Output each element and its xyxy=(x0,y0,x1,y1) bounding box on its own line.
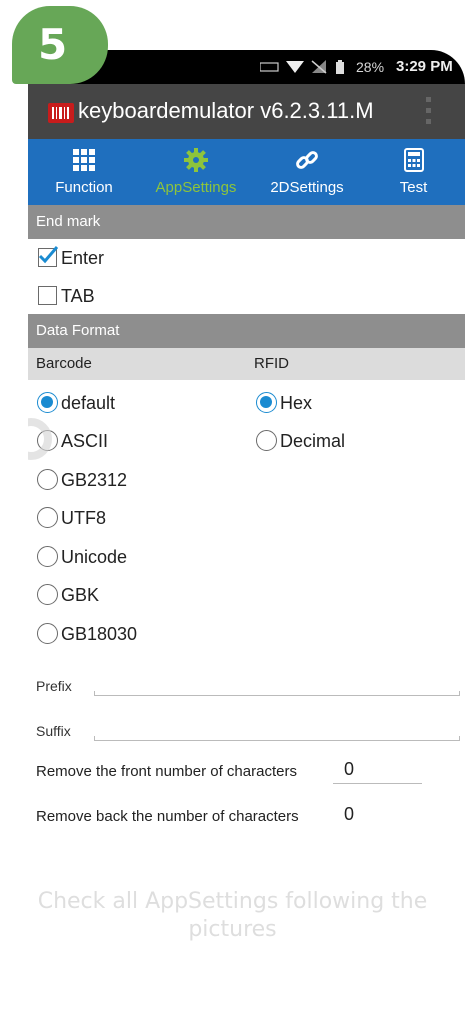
radio-label: Hex xyxy=(280,393,313,413)
step-badge: 5 xyxy=(12,6,108,84)
app-title: keyboardemulator v6.2.3.11.M xyxy=(78,98,374,123)
remove-back-input[interactable]: 0 xyxy=(344,804,354,825)
gear-icon xyxy=(184,148,208,172)
radio-label: Decimal xyxy=(280,431,346,451)
radio-label: ASCII xyxy=(61,431,109,451)
radio-button[interactable] xyxy=(37,623,58,644)
tab-test[interactable]: Test xyxy=(362,139,465,205)
checkmark-icon xyxy=(38,246,58,264)
tab-label: AppSettings xyxy=(155,179,237,196)
remove-back-row: Remove back the number of characters 0 xyxy=(28,796,465,836)
link-icon xyxy=(296,151,318,169)
format-subheader: Barcode RFID xyxy=(28,348,465,380)
radio-label: UTF8 xyxy=(61,508,106,528)
radio-label: Unicode xyxy=(61,547,128,567)
prefix-input[interactable] xyxy=(94,691,460,696)
barcode-option-gb18030[interactable]: GB18030 xyxy=(28,618,228,652)
overflow-menu-icon[interactable] xyxy=(426,97,432,127)
tab-checkbox-row[interactable]: TAB xyxy=(28,280,228,314)
remove-back-label: Remove back the number of characters xyxy=(36,808,299,825)
remove-front-input[interactable]: 0 xyxy=(344,759,354,780)
barcode-option-gbk[interactable]: GBK xyxy=(28,579,228,613)
radio-label: GB18030 xyxy=(61,624,138,644)
rfid-column-label: RFID xyxy=(254,355,289,372)
radio-button[interactable] xyxy=(37,507,58,528)
phone-screen: 28% 3:29 PM keyboardemulator v6.2.3.11.M… xyxy=(28,50,465,850)
instruction-caption: Check all AppSettings following the pict… xyxy=(37,889,428,942)
radio-label: GBK xyxy=(61,585,100,605)
radio-button[interactable] xyxy=(256,392,277,413)
enter-label: Enter xyxy=(61,248,105,268)
tab-function[interactable]: Function xyxy=(28,139,140,205)
rfid-option-hex[interactable]: Hex xyxy=(247,387,447,421)
radio-label: default xyxy=(61,393,116,413)
remove-front-underline xyxy=(333,783,422,784)
remove-front-row: Remove the front number of characters 0 xyxy=(28,751,465,791)
calculator-icon xyxy=(403,148,424,172)
tab-checkbox[interactable] xyxy=(38,286,57,305)
tab-label: Function xyxy=(55,179,113,196)
enter-checkbox-row[interactable]: Enter xyxy=(28,242,228,276)
tab-appsettings[interactable]: AppSettings xyxy=(140,139,252,205)
grid-icon xyxy=(73,149,95,171)
status-icons xyxy=(260,60,344,74)
clock-time: 3:29 PM xyxy=(396,58,453,75)
barcode-option-ascii[interactable]: ASCII xyxy=(28,425,228,459)
suffix-input[interactable] xyxy=(94,736,460,741)
barcode-option-default[interactable]: default xyxy=(28,387,228,421)
tab-bar: Function AppSettings 2DSettings Test xyxy=(28,139,465,205)
tab-2dsettings[interactable]: 2DSettings xyxy=(252,139,362,205)
radio-button[interactable] xyxy=(37,392,58,413)
barcode-app-icon xyxy=(48,103,74,123)
radio-button[interactable] xyxy=(37,546,58,567)
battery-percent: 28% xyxy=(356,59,385,75)
enter-checkbox[interactable] xyxy=(38,246,58,267)
suffix-row: Suffix xyxy=(28,709,465,749)
barcode-column-label: Barcode xyxy=(36,355,92,372)
rfid-option-decimal[interactable]: Decimal xyxy=(247,425,447,459)
prefix-label: Prefix xyxy=(36,678,72,694)
tab-label: Test xyxy=(399,179,428,196)
barcode-option-utf8[interactable]: UTF8 xyxy=(28,502,228,536)
data-format-header: Data Format xyxy=(28,314,465,348)
tab-label-text: TAB xyxy=(61,286,95,306)
barcode-option-unicode[interactable]: Unicode xyxy=(28,541,228,575)
end-mark-header: End mark xyxy=(28,205,465,239)
radio-button[interactable] xyxy=(256,430,277,451)
radio-label: GB2312 xyxy=(61,470,128,490)
prefix-row: Prefix xyxy=(28,664,465,704)
remove-front-label: Remove the front number of characters xyxy=(36,763,297,780)
suffix-label: Suffix xyxy=(36,723,71,739)
tab-label: 2DSettings xyxy=(270,179,344,196)
barcode-option-gb2312[interactable]: GB2312 xyxy=(28,464,228,498)
action-bar: keyboardemulator v6.2.3.11.M xyxy=(28,84,465,139)
radio-button[interactable] xyxy=(37,584,58,605)
radio-button[interactable] xyxy=(37,469,58,490)
